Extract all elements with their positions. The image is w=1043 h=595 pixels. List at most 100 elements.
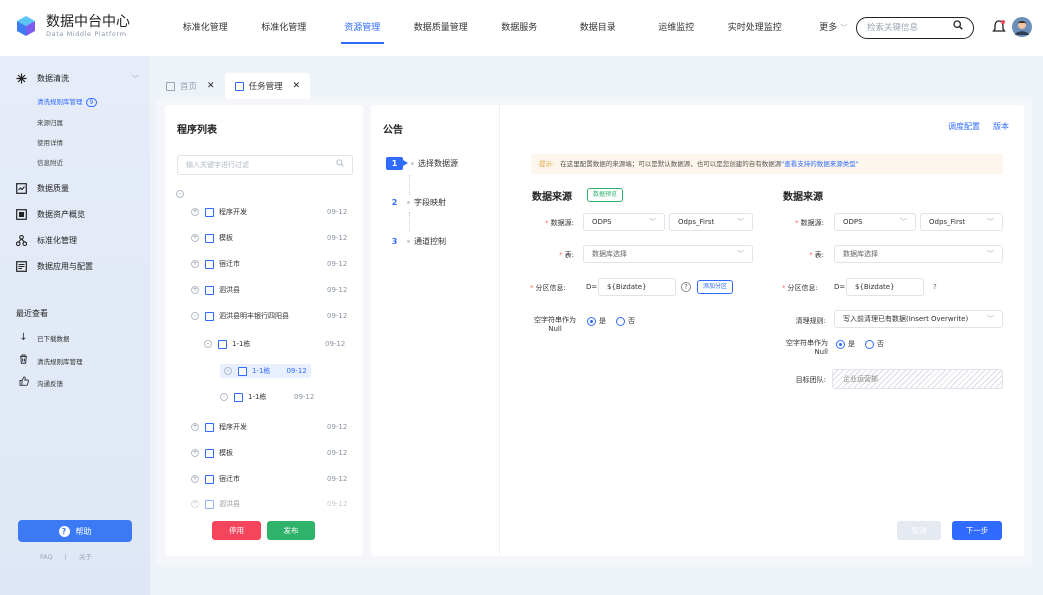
expand-icon[interactable]: + — [191, 208, 199, 216]
nav-item-ops-monitor[interactable]: 运维监控 — [637, 0, 716, 56]
recent-item-clean-rule[interactable]: 清洗规则库管理 — [18, 354, 83, 367]
close-icon[interactable]: ✕ — [293, 81, 301, 91]
help-icon[interactable]: ? — [681, 282, 691, 292]
left-null-no-radio[interactable]: 否 — [616, 316, 635, 326]
step-channel-control[interactable]: 3 通道控制 — [386, 235, 446, 248]
tree-checkbox[interactable] — [205, 207, 214, 217]
tree-checkbox[interactable] — [205, 285, 214, 295]
tab-task-management[interactable]: 任务管理 ✕ — [224, 73, 311, 99]
cancel-button[interactable]: 取消 — [897, 521, 941, 540]
help-icon[interactable]: ? — [933, 283, 937, 291]
tree-checkbox[interactable] — [234, 392, 243, 402]
tree-checkbox[interactable] — [205, 422, 214, 432]
nav-item-data-quality[interactable]: 数据质量管理 — [402, 0, 481, 56]
nav-item-data-service[interactable]: 数据服务 — [480, 0, 559, 56]
tree-checkbox[interactable] — [205, 474, 214, 484]
nav-item-standardize-1[interactable]: 标准化管理 — [166, 0, 245, 56]
left-table-select[interactable]: 数据库选择 ﹀ — [583, 245, 753, 263]
data-preview-tag[interactable]: 数据预览 — [587, 188, 624, 202]
tree-node[interactable]: - 1-1栋 09-12 — [220, 364, 311, 378]
right-clean-rule-select[interactable]: 写入前清理已有数据(Insert Overwrite) ﹀ — [834, 310, 1003, 328]
sidebar-group-standardize[interactable]: 标准化管理 — [15, 234, 77, 247]
sidebar-group-app-config[interactable]: 数据应用与配置 — [16, 261, 93, 272]
step-field-mapping[interactable]: 2 字段映射 — [386, 196, 446, 209]
nav-item-data-catalog[interactable]: 数据目录 — [559, 0, 638, 56]
tree-checkbox[interactable] — [205, 499, 214, 509]
tree-checkbox[interactable] — [205, 259, 214, 269]
sidebar-group-data-clean[interactable]: 数据清洗 ﹀ — [16, 73, 139, 84]
expand-icon[interactable]: + — [191, 286, 199, 294]
right-null-no-radio[interactable]: 否 — [865, 339, 884, 349]
sidebar-item-info-nearby[interactable]: 信息附近 — [37, 157, 63, 167]
collapse-icon[interactable]: - — [220, 393, 228, 401]
faq-link[interactable]: FAQ — [40, 553, 53, 561]
sidebar-item-clean-rule-lib[interactable]: 清洗规则库管理 9 — [37, 96, 98, 107]
recent-item-feedback[interactable]: 沟通反馈 — [18, 376, 63, 389]
tree-node[interactable]: - 泗洪县明丰银行四阳县 — [191, 309, 289, 323]
tree-node[interactable]: + 泗洪县 — [191, 497, 240, 511]
collapse-icon[interactable]: - — [176, 190, 184, 198]
tree-node[interactable]: + 宿迁市 — [191, 472, 240, 486]
tree-checkbox[interactable] — [205, 311, 214, 321]
expand-icon[interactable]: + — [191, 500, 199, 508]
version-link[interactable]: 版本 — [993, 121, 1009, 132]
chevron-down-icon: ﹀ — [900, 218, 907, 226]
publish-button[interactable]: 发布 — [267, 521, 315, 540]
nav-item-standardize-2[interactable]: 标准化管理 — [245, 0, 324, 56]
expand-icon[interactable]: + — [191, 423, 199, 431]
nav-item-realtime-monitor[interactable]: 实时处理监控 — [716, 0, 795, 56]
collapse-icon[interactable]: - — [204, 340, 212, 348]
left-datasource-name-select[interactable]: Odps_First ﹀ — [669, 213, 753, 231]
disable-button[interactable]: 停用 — [212, 521, 261, 540]
chevron-down-icon: ﹀ — [737, 218, 744, 226]
tree-checkbox[interactable] — [218, 339, 227, 349]
tree-node[interactable]: - 1-1栋 — [204, 337, 250, 351]
close-icon[interactable]: ✕ — [207, 81, 215, 91]
tree-node[interactable]: - 1-1栋 — [220, 390, 266, 404]
step-select-datasource[interactable]: 1 选择数据源 — [386, 157, 458, 170]
right-partition-input[interactable]: ${Bizdate} — [846, 278, 924, 296]
expand-icon[interactable]: + — [191, 234, 199, 242]
tree-node[interactable]: + 模板 — [191, 446, 233, 460]
expand-icon[interactable]: + — [191, 449, 199, 457]
right-datasource-type-select[interactable]: ODPS ﹀ — [834, 213, 916, 231]
tree-node[interactable]: + 模板 — [191, 231, 233, 245]
search-icon[interactable] — [953, 18, 963, 38]
left-datasource-type-select[interactable]: ODPS ﹀ — [583, 213, 665, 231]
left-null-yes-radio[interactable]: 是 — [587, 316, 606, 326]
help-button[interactable]: ? 帮助 — [18, 520, 132, 542]
tree-node[interactable]: + 宿迁市 — [191, 257, 240, 271]
right-datasource-name-select[interactable]: Odps_First ﹀ — [920, 213, 1003, 231]
avatar[interactable] — [1012, 17, 1032, 39]
sidebar-item-source[interactable]: 来源归属 — [37, 117, 63, 127]
nav-item-resource[interactable]: 资源管理 — [323, 0, 402, 56]
tree-checkbox[interactable] — [205, 448, 214, 458]
add-partition-button[interactable]: 添加分区 — [697, 280, 734, 294]
next-step-button[interactable]: 下一步 — [952, 521, 1002, 540]
tree-node[interactable]: + 程序开发 — [191, 420, 247, 434]
sidebar-item-usage[interactable]: 使用详情 — [37, 137, 63, 147]
tree-node[interactable]: + 程序开发 — [191, 205, 247, 219]
collapse-icon[interactable]: - — [224, 367, 232, 375]
tree-checkbox[interactable] — [205, 233, 214, 243]
sidebar-group-data-quality[interactable]: 数据质量 — [16, 183, 69, 194]
expand-icon[interactable]: + — [191, 475, 199, 483]
left-partition-input[interactable]: ${Bizdate} — [598, 278, 676, 296]
brand-logo[interactable]: 数据中台中心 Data Middle Platform — [14, 14, 130, 38]
tree-node[interactable]: - — [176, 187, 190, 201]
tree-node[interactable]: + 泗洪县 — [191, 283, 240, 297]
right-null-yes-radio[interactable]: 是 — [836, 339, 855, 349]
tree-checkbox[interactable] — [238, 366, 247, 376]
right-table-select[interactable]: 数据库选择 ﹀ — [834, 245, 1003, 263]
tree-filter-input[interactable]: 输入关键字进行过滤 — [177, 155, 353, 175]
expand-icon[interactable]: + — [191, 260, 199, 268]
supported-sources-link[interactable]: "查看支持的数据来源类型" — [781, 160, 858, 168]
tab-home[interactable]: 首页 ✕ — [156, 73, 225, 99]
sidebar-group-asset-overview[interactable]: 数据资产概览 — [16, 209, 85, 220]
about-link[interactable]: 关于 — [79, 553, 92, 561]
search-input[interactable]: 检索关键信息 — [856, 17, 974, 39]
schedule-config-link[interactable]: 调度配置 — [948, 121, 980, 132]
notification-icon[interactable] — [992, 19, 1006, 37]
collapse-icon[interactable]: - — [191, 312, 199, 320]
recent-item-downloaded[interactable]: ↓ 已下载数据 — [18, 332, 69, 343]
